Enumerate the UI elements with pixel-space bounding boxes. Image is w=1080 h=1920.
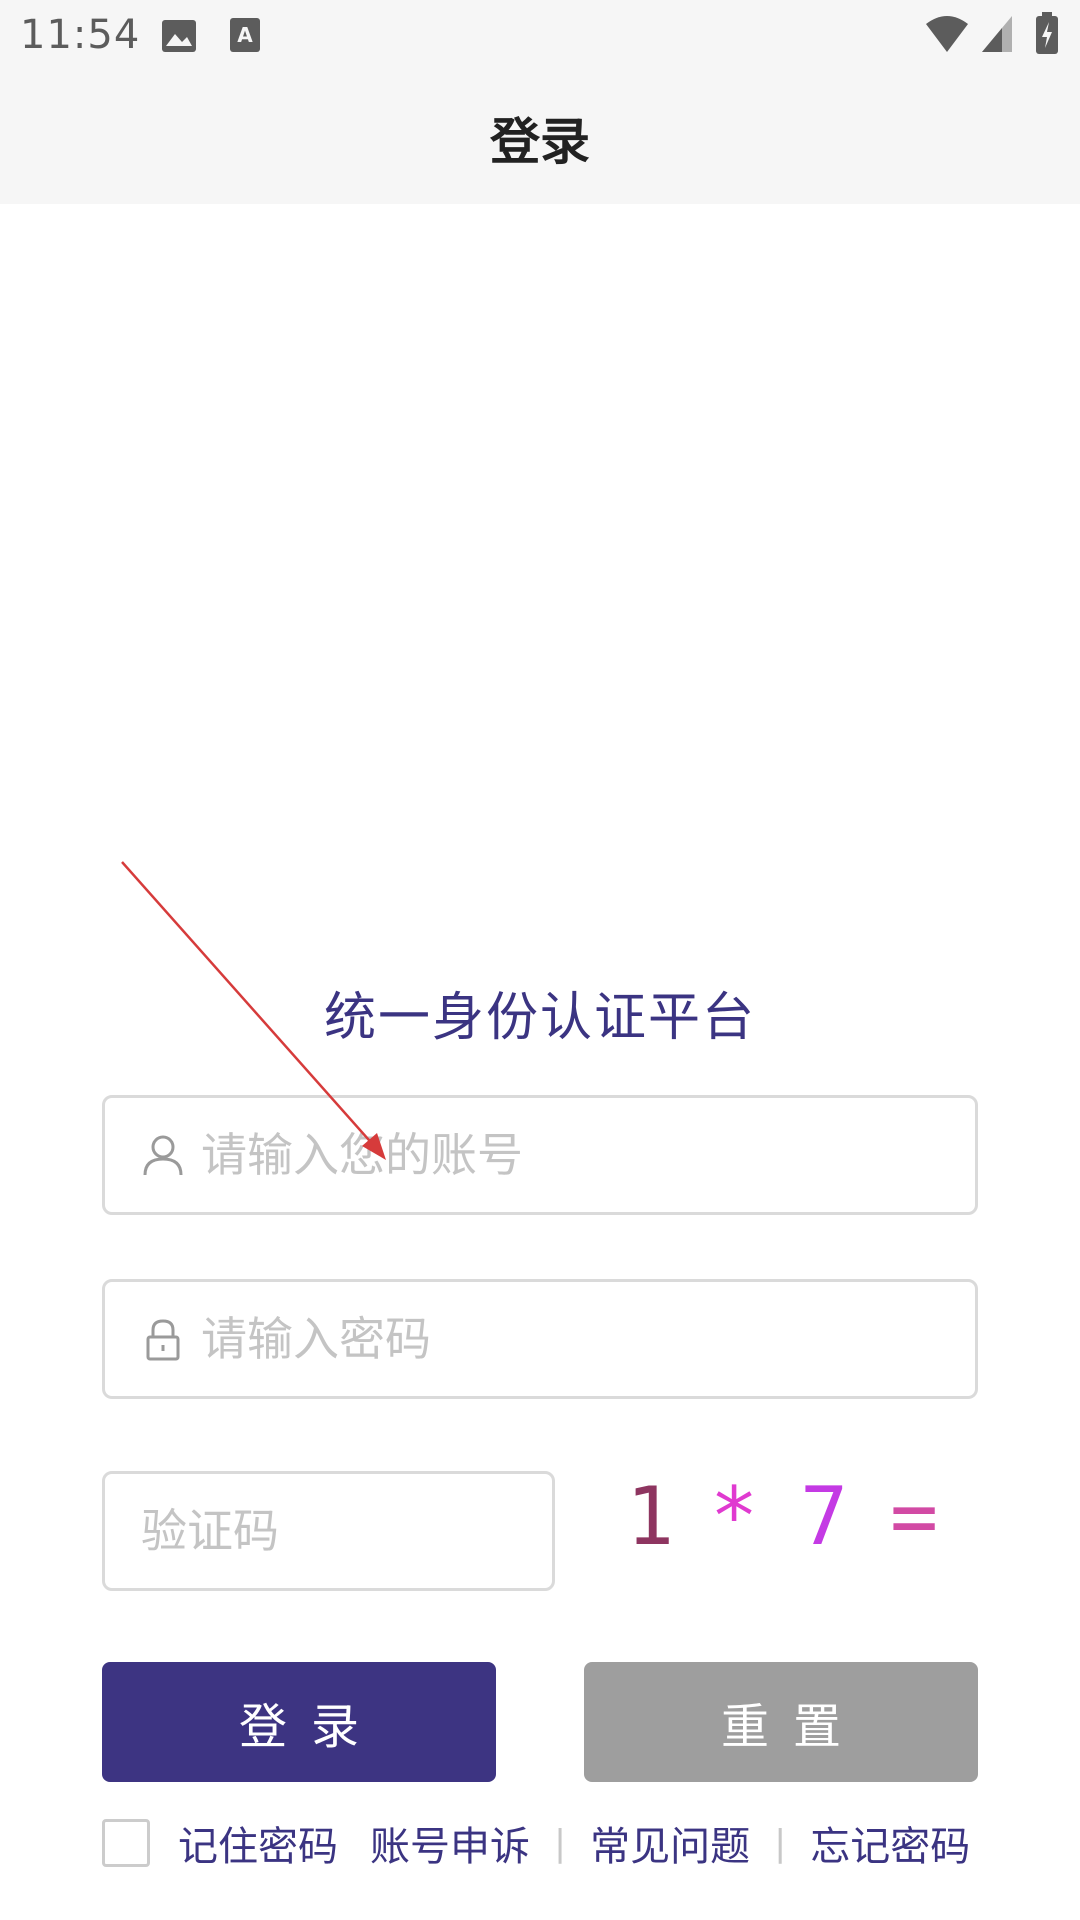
image-icon [162,20,196,52]
wifi-icon [926,16,968,52]
account-input[interactable] [201,1098,975,1212]
svg-text:A: A [237,23,253,47]
captcha-char: = [890,1470,939,1563]
account-field[interactable] [102,1095,978,1215]
faq-link[interactable]: 常见问题 [590,1814,750,1872]
separator: | [774,1822,787,1864]
annotation-arrow [121,861,386,1160]
reset-button[interactable]: 重置 [584,1662,978,1782]
footer-links: 记住密码 账号申诉 | 常见问题 | 忘记密码 [102,1818,1002,1870]
account-appeal-link[interactable]: 账号申诉 [370,1814,530,1872]
platform-title: 统一身份认证平台 [323,988,756,1048]
status-time: 11:54 [20,12,141,58]
lock-icon [146,1319,180,1361]
captcha-char: 7 [800,1470,849,1563]
remember-checkbox[interactable] [102,1819,150,1867]
page-title: 登录 [490,113,590,171]
battery-charging-icon [1036,12,1058,54]
separator: | [554,1822,567,1864]
signal-icon [982,16,1012,52]
login-button[interactable]: 登录 [102,1662,496,1782]
captcha-field[interactable] [102,1471,713,1591]
text-icon: A [230,18,260,52]
password-field[interactable] [102,1279,978,1399]
user-icon [143,1135,183,1176]
forgot-password-link[interactable]: 忘记密码 [810,1814,970,1872]
captcha-char: 1 [626,1470,675,1563]
captcha-char: * [710,1470,759,1563]
app-bar: 登录 [0,72,1080,204]
captcha-image[interactable]: 1 * 7 = [610,1470,960,1580]
status-bar: 11:54 A [0,0,1080,72]
remember-password-label[interactable]: 记住密码 [178,1814,338,1872]
password-input[interactable] [201,1282,975,1396]
